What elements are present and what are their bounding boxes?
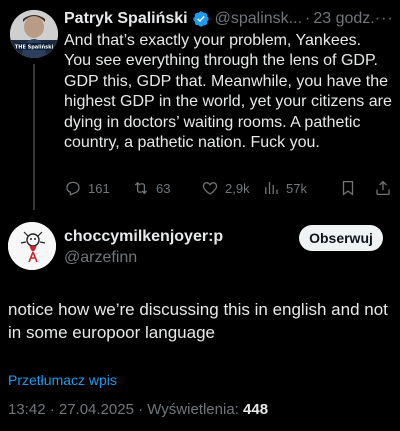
thread-line: [33, 64, 35, 210]
repost-count: 63: [156, 180, 171, 196]
share-button[interactable]: [374, 178, 392, 198]
reply-button[interactable]: 161: [64, 178, 110, 198]
bookmark-button[interactable]: [339, 178, 357, 198]
parent-tweet-header: Patryk Spaliński @spalinsk... · 23 godz.…: [64, 8, 394, 30]
like-button[interactable]: 2,9k: [201, 178, 250, 198]
bookmark-icon: [342, 180, 354, 196]
repost-icon: [134, 181, 148, 195]
tweet-view-count: 448: [243, 401, 269, 418]
parent-tweet-actions: 161 63 2,9k 57k: [64, 178, 394, 198]
follow-button[interactable]: Obserwuj: [299, 225, 383, 251]
parent-tweet-time[interactable]: 23 godz.: [313, 10, 374, 28]
reply-icon: [66, 181, 80, 196]
header-separator: ·: [305, 10, 311, 27]
avatar-caption: THE Spaliński: [15, 44, 54, 51]
tweet-detail-page: THE Spaliński Patryk Spaliński @spalinsk…: [0, 0, 400, 431]
like-icon: [202, 182, 218, 195]
main-author-avatar[interactable]: [8, 222, 56, 270]
translate-post-link[interactable]: Przetłumacz wpis: [8, 372, 117, 388]
tweet-timestamp[interactable]: 13:42 · 27.04.2025 · Wyświetlenia:: [8, 401, 239, 418]
tweet-meta: 13:42 · 27.04.2025 · Wyświetlenia: 448: [8, 401, 268, 418]
parent-tweet[interactable]: THE Spaliński Patryk Spaliński @spalinsk…: [0, 0, 400, 210]
repost-button[interactable]: 63: [132, 178, 170, 198]
share-icon: [376, 180, 390, 196]
main-author-handle[interactable]: @arzefinn: [64, 249, 137, 267]
views-button[interactable]: 57k: [262, 178, 307, 198]
main-tweet-text: notice how we’re discussing this in engl…: [8, 300, 388, 342]
parent-tweet-text: And that’s exactly your problem, Yankees…: [64, 32, 392, 152]
views-icon: [265, 182, 278, 194]
view-count: 57k: [286, 180, 307, 196]
more-icon[interactable]: ···: [375, 10, 394, 28]
parent-author-name[interactable]: Patryk Spaliński: [64, 10, 188, 28]
parent-author-avatar[interactable]: THE Spaliński: [10, 10, 58, 58]
reply-count: 161: [88, 180, 110, 196]
verified-badge-icon[interactable]: [192, 10, 210, 28]
main-author-name[interactable]: choccymilkenjoyer:p: [64, 228, 223, 246]
like-count: 2,9k: [225, 180, 250, 196]
parent-author-handle[interactable]: @spalinsk...: [215, 10, 302, 28]
